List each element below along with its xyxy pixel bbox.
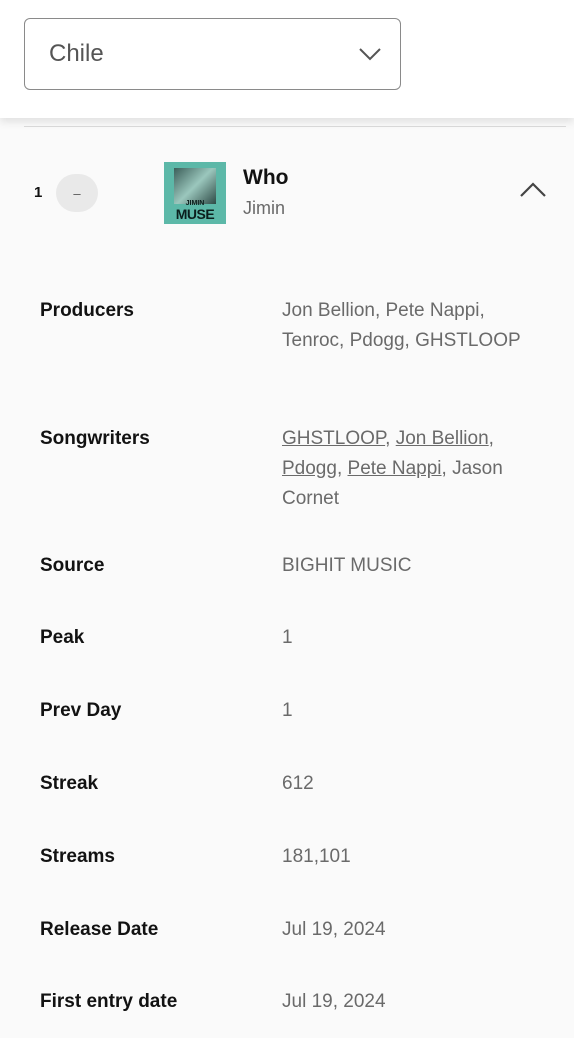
detail-label: Streak (40, 773, 99, 794)
country-select-value: Chile (49, 40, 104, 67)
rank: 1 (34, 184, 43, 201)
detail-value: 181,101 (282, 846, 351, 867)
detail-label: Source (40, 555, 105, 576)
chart-page: Chile 1 – JIMIN MUSE Who Jimin Producers… (0, 0, 574, 1038)
detail-label: Prev Day (40, 700, 122, 721)
detail-label: Peak (40, 627, 85, 648)
detail-value: Jon Bellion, Pete Nappi, Tenroc, Pdogg, … (282, 300, 521, 351)
detail-value: GHSTLOOP, Jon Bellion, Pdogg, Pete Nappi… (282, 428, 503, 509)
album-cover-photo (174, 168, 216, 204)
detail-value: 612 (282, 773, 314, 794)
detail-value: Jul 19, 2024 (282, 991, 386, 1012)
album-cover-title-text: MUSE (175, 206, 215, 222)
divider (24, 126, 566, 127)
detail-value: 1 (282, 700, 293, 721)
detail-label: Release Date (40, 919, 159, 940)
songwriter-link[interactable]: Pdogg (282, 458, 337, 479)
chevron-down-icon (359, 48, 381, 61)
detail-value: Jul 19, 2024 (282, 919, 386, 940)
detail-value: 1 (282, 627, 293, 648)
detail-label: First entry date (40, 991, 178, 1012)
top-bar: Chile (0, 0, 574, 118)
songwriter-link[interactable]: GHSTLOOP (282, 428, 385, 449)
songwriter-link[interactable]: Jon Bellion (396, 428, 489, 449)
movement-indicator: – (73, 185, 81, 201)
detail-label: Songwriters (40, 428, 150, 449)
track-title[interactable]: Who (243, 166, 288, 190)
album-cover: JIMIN MUSE (164, 162, 226, 224)
detail-label: Producers (40, 300, 134, 321)
movement-badge: – (56, 174, 98, 212)
detail-label: Streams (40, 846, 115, 867)
detail-value: BIGHIT MUSIC (282, 555, 412, 576)
track-row[interactable]: 1 – JIMIN MUSE Who Jimin (0, 150, 574, 240)
track-artist[interactable]: Jimin (243, 198, 285, 219)
songwriter-link[interactable]: Pete Nappi (348, 458, 442, 479)
chevron-up-icon[interactable] (518, 178, 548, 202)
country-select[interactable]: Chile (24, 18, 401, 90)
